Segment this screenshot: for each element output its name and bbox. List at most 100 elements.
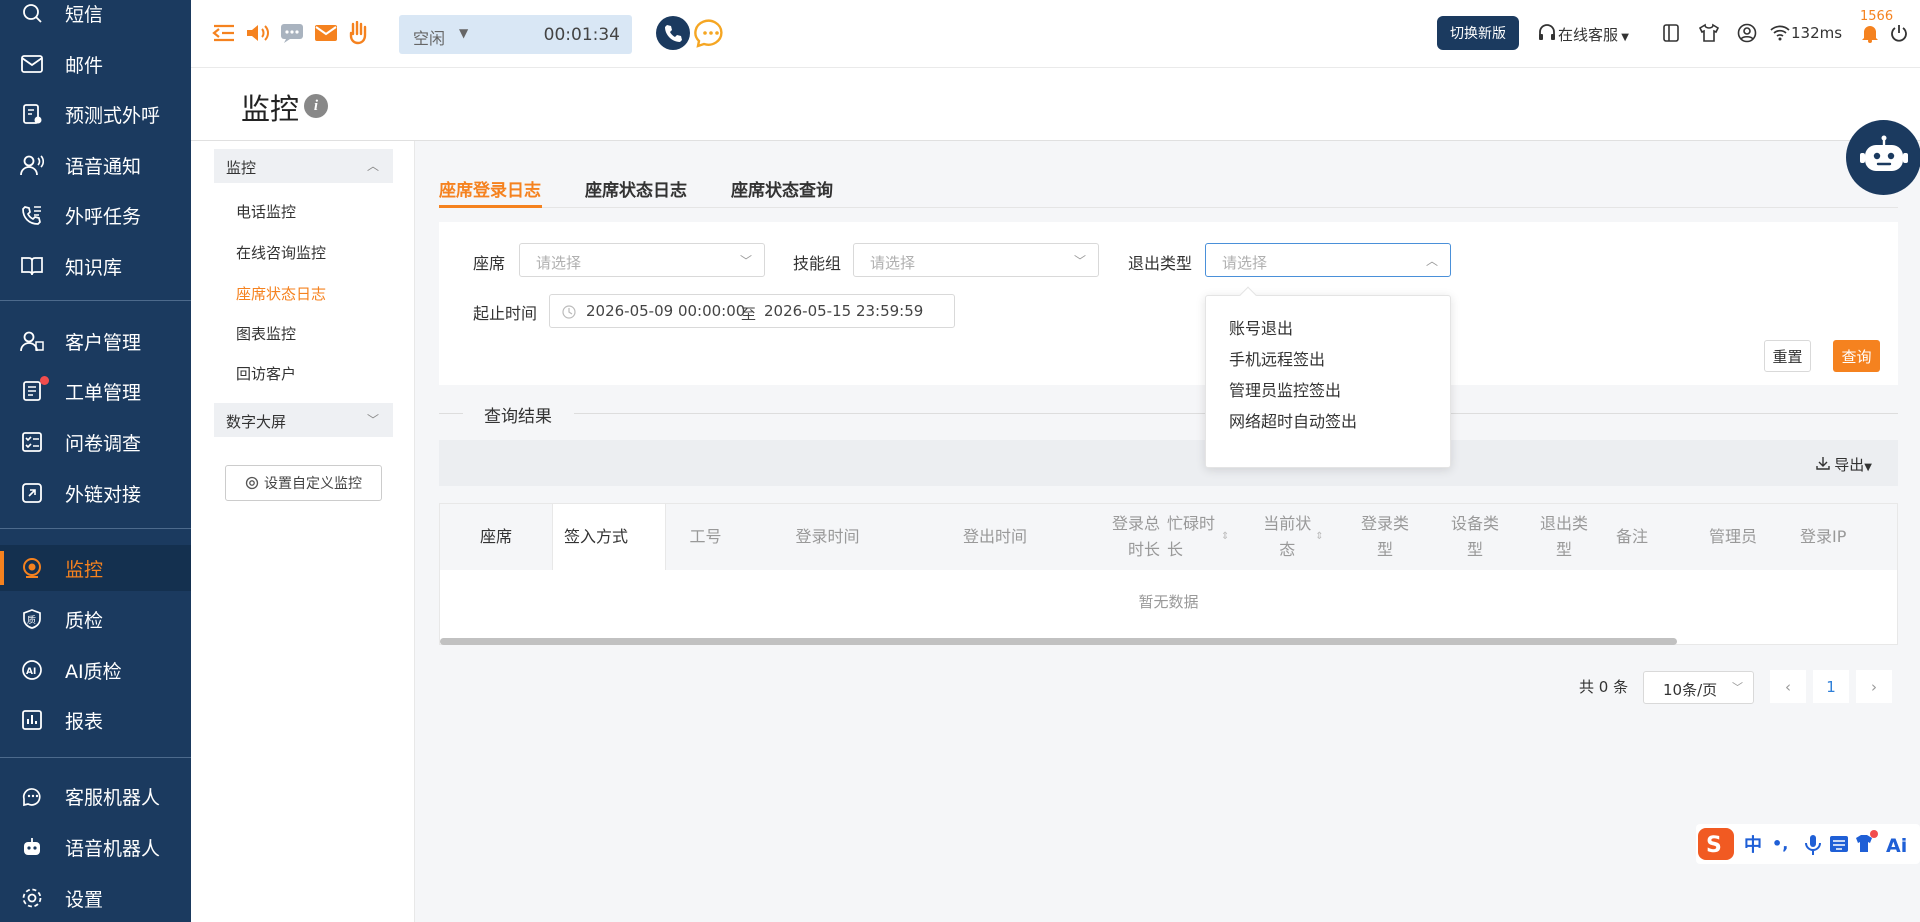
page-size-select[interactable]: 10条/页 ﹀ [1643, 671, 1754, 704]
subnav-group-monitor[interactable]: 监控 ︿ [214, 149, 393, 183]
team-icon[interactable] [347, 20, 373, 46]
svg-text:AI: AI [26, 667, 36, 677]
chevron-right-icon: › [1871, 677, 1877, 696]
email-icon[interactable] [313, 20, 339, 46]
nav-item-mail[interactable]: 邮件 [0, 41, 191, 87]
column-header-admin: 管理员 [1708, 527, 1757, 546]
nav-item-label: 工单管理 [65, 381, 142, 404]
nav-item-label: 质检 [65, 609, 104, 632]
column-header-logout-time: 登出时间 [962, 527, 1027, 546]
skin-icon[interactable] [1696, 20, 1722, 46]
agent-status-select[interactable]: 空闲 ▼ 00:01:34 [399, 15, 632, 54]
nav-item-quality[interactable]: 质 质检 [0, 596, 191, 642]
nav-item-voice-notify[interactable]: 语音通知 [0, 142, 191, 188]
results-toolbar: 导出▼ [439, 440, 1898, 486]
subnav-item-chart-monitor[interactable]: 图表监控 [236, 323, 296, 344]
outbound-task-icon [20, 204, 44, 226]
nav-item-label: 语音机器人 [65, 837, 161, 860]
skill-group-select[interactable]: 请选择 ﹀ [853, 243, 1099, 277]
nav-item-monitor[interactable]: 监控 [0, 545, 191, 591]
headset-icon [1534, 20, 1560, 46]
chevron-down-icon: ﹀ [1732, 681, 1743, 694]
user-profile-icon[interactable] [1734, 20, 1760, 46]
online-chat-button[interactable] [693, 16, 727, 50]
tab-agent-login-log[interactable]: 座席登录日志 [439, 176, 541, 201]
exit-type-select[interactable]: 请选择 ︿ [1205, 243, 1451, 277]
nav-item-label: 客户管理 [65, 331, 142, 354]
chevron-down-icon: ﹀ [366, 413, 379, 427]
notebook-icon[interactable] [1658, 20, 1684, 46]
nav-item-label: 外呼任务 [65, 205, 142, 228]
svg-text:质: 质 [27, 614, 36, 626]
nav-item-sms[interactable]: 短信 [0, 0, 191, 36]
clock-icon [562, 305, 576, 319]
phone-button[interactable] [656, 16, 690, 50]
custom-monitor-button[interactable]: 设置自定义监控 [225, 465, 382, 501]
dropdown-option-admin-signout[interactable]: 管理员监控签出 [1229, 377, 1341, 401]
caret-down-icon: ▼ [459, 26, 469, 40]
svg-text:Ai: Ai [1886, 835, 1907, 857]
skill-group-filter-label: 技能组 [793, 254, 842, 273]
nav-item-predictive-dial[interactable]: 预测式外呼 [0, 91, 191, 137]
online-service-menu[interactable]: 在线客服 ▼ [1558, 24, 1629, 45]
subnav-group-dashboard[interactable]: 数字大屏 ﹀ [214, 403, 393, 437]
chat-icon[interactable] [279, 20, 305, 46]
column-header-label: 忙碌时长 [1167, 514, 1216, 559]
svg-text:•,: •, [1772, 834, 1788, 853]
tab-agent-status-log[interactable]: 座席状态日志 [585, 176, 687, 201]
nav-item-outbound-task[interactable]: 外呼任务 [0, 192, 191, 238]
nav-item-label: 邮件 [65, 54, 104, 77]
mail-icon [20, 53, 44, 75]
nav-item-chatbot[interactable]: 客服机器人 [0, 773, 191, 819]
info-icon[interactable]: i [304, 94, 328, 118]
nav-item-ticket[interactable]: 工单管理 [0, 368, 191, 414]
tab-agent-status-query[interactable]: 座席状态查询 [731, 176, 833, 201]
nav-item-label: 预测式外呼 [65, 104, 161, 127]
nav-item-ai-quality[interactable]: AI AI质检 [0, 647, 191, 693]
collapse-menu-icon[interactable] [211, 20, 237, 46]
nav-item-report[interactable]: 报表 [0, 697, 191, 743]
date-range-picker[interactable]: 2026-05-09 00:00:00 至 2026-05-15 23:59:5… [549, 294, 955, 328]
column-header-current-status[interactable]: 当前状态 ⇕ [1250, 504, 1335, 570]
nav-item-knowledge-base[interactable]: 知识库 [0, 243, 191, 289]
nav-divider [0, 300, 191, 301]
subnav-item-revisit-customers[interactable]: 回访客户 [236, 363, 296, 384]
switch-version-button[interactable]: 切换新版 [1437, 16, 1519, 50]
network-latency: 132ms [1791, 24, 1843, 42]
subnav-item-online-monitor[interactable]: 在线咨询监控 [236, 242, 326, 263]
predictive-dial-icon [20, 103, 44, 125]
nav-item-customer[interactable]: 客户管理 [0, 318, 191, 364]
subnav-item-agent-status-log[interactable]: 座席状态日志 [236, 283, 326, 304]
page-number-1[interactable]: 1 [1813, 670, 1849, 703]
next-page-button[interactable]: › [1856, 670, 1892, 703]
empty-state: 暂无数据 [1138, 592, 1199, 611]
query-button[interactable]: 查询 [1833, 340, 1880, 372]
subnav-item-phone-monitor[interactable]: 电话监控 [236, 201, 296, 222]
start-date-value[interactable]: 2026-05-09 00:00:00 [586, 302, 745, 320]
column-header-busy-duration[interactable]: 忙碌时长 ⇕ [1167, 504, 1245, 570]
assistant-robot-button[interactable] [1846, 120, 1920, 195]
end-date-value[interactable]: 2026-05-15 23:59:59 [764, 302, 923, 320]
nav-item-settings[interactable]: 设置 [0, 875, 191, 921]
dropdown-option-mobile-remote-signout[interactable]: 手机远程签出 [1229, 346, 1325, 370]
power-icon[interactable] [1886, 20, 1912, 46]
prev-page-button[interactable]: ‹ [1770, 670, 1806, 703]
report-icon [20, 709, 44, 731]
dropdown-option-timeout-signout[interactable]: 网络超时自动签出 [1229, 408, 1357, 432]
agent-select[interactable]: 请选择 ﹀ [519, 243, 765, 277]
nav-item-link[interactable]: 外链对接 [0, 470, 191, 516]
speaker-icon[interactable] [245, 20, 271, 46]
svg-text:中: 中 [1744, 834, 1762, 856]
reset-button[interactable]: 重置 [1764, 340, 1811, 372]
sort-icon[interactable]: ⇕ [1221, 524, 1229, 550]
export-button[interactable]: 导出▼ [1815, 454, 1872, 475]
column-header-signin-method: 签入方式 [552, 504, 665, 570]
sort-icon[interactable]: ⇕ [1315, 524, 1323, 550]
nav-item-survey[interactable]: 问卷调查 [0, 419, 191, 465]
caret-down-icon: ▼ [1864, 462, 1872, 473]
download-icon [1815, 457, 1830, 470]
nav-item-voicebot[interactable]: 语音机器人 [0, 824, 191, 870]
horizontal-scrollbar[interactable] [440, 638, 1677, 645]
monitor-subnav: 监控 ︿ 电话监控 在线咨询监控 座席状态日志 图表监控 回访客户 数字大屏 ﹀… [191, 141, 415, 922]
dropdown-option-account-logout[interactable]: 账号退出 [1229, 315, 1293, 339]
